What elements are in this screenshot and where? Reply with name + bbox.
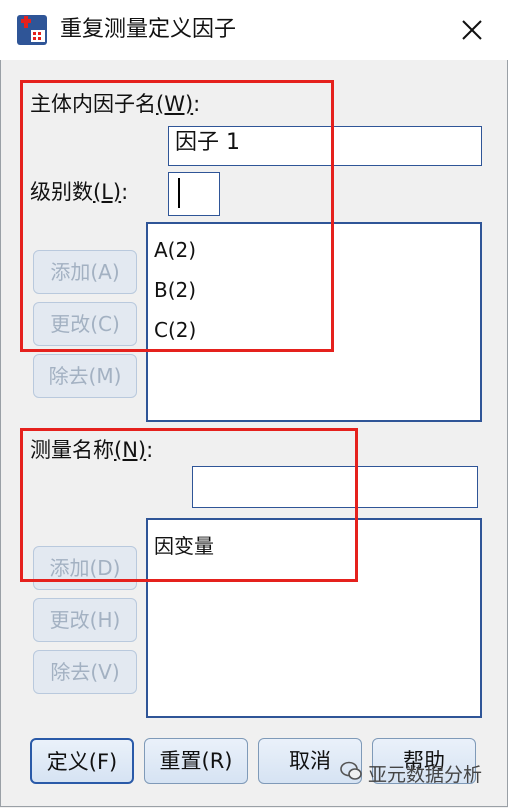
highlight-within-factor — [20, 80, 334, 352]
title-bar: 重复测量定义因子 — [0, 0, 508, 60]
define-button[interactable]: 定义(F) — [30, 738, 134, 784]
measure-change-button[interactable]: 更改(H) — [33, 598, 137, 642]
app-icon — [17, 15, 47, 45]
window-title: 重复测量定义因子 — [60, 17, 237, 42]
reset-button[interactable]: 重置(R) — [144, 738, 248, 784]
highlight-measure — [20, 428, 358, 582]
measure-remove-button[interactable]: 除去(V) — [33, 650, 137, 694]
watermark-text: 亚元数据分析 — [368, 764, 483, 786]
wechat-icon — [340, 761, 362, 780]
factor-remove-button[interactable]: 除去(M) — [33, 354, 137, 398]
close-icon[interactable] — [452, 10, 492, 50]
